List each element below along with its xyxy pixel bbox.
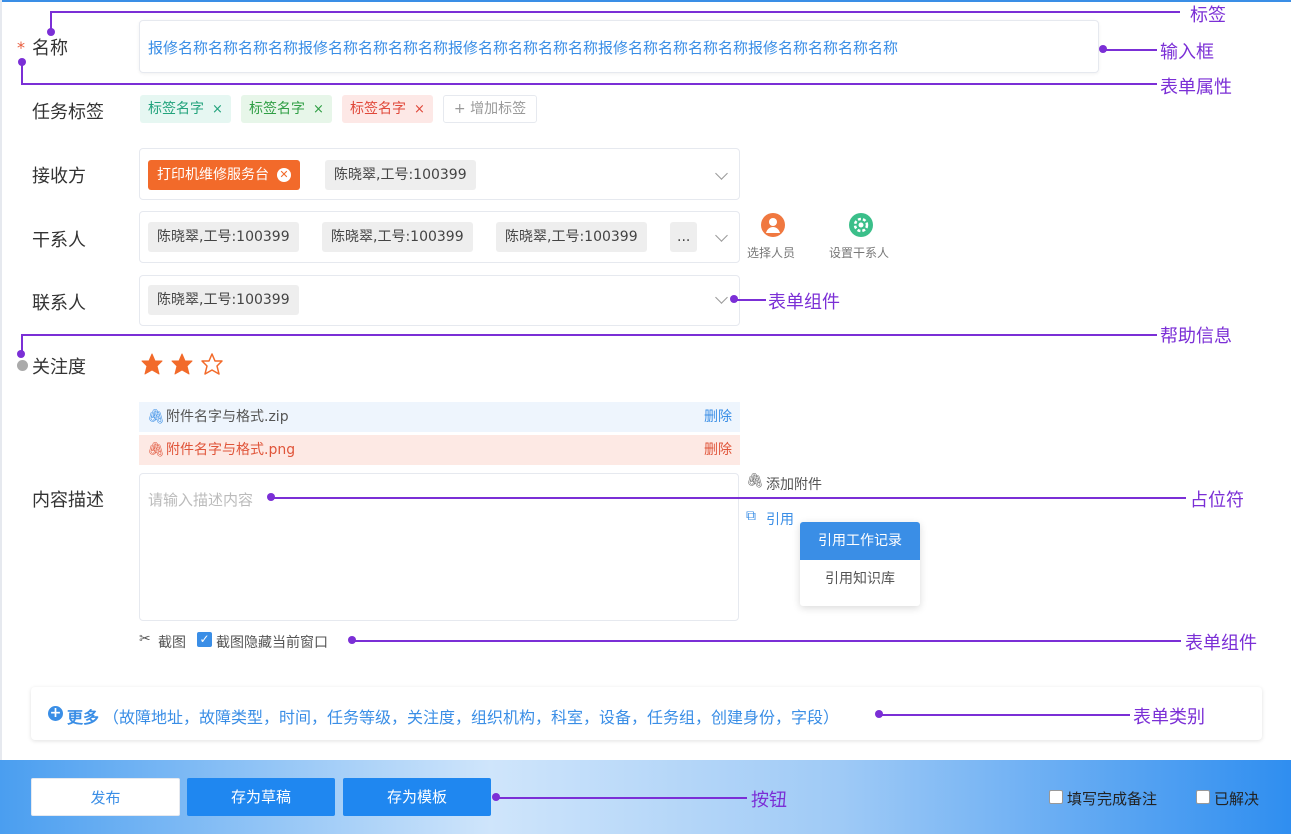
- more-title[interactable]: 更多: [67, 704, 99, 728]
- attachment-name[interactable]: 附件名字与格式.zip: [166, 402, 289, 432]
- add-attachment-button[interactable]: 添加附件: [766, 474, 822, 494]
- stakeholder-chip[interactable]: 陈晓翠,工号:100399: [148, 222, 299, 252]
- save-draft-button[interactable]: 存为草稿: [187, 778, 335, 816]
- annotation-form-component-2: 表单组件: [1185, 633, 1257, 654]
- annotation-dot: [17, 350, 25, 358]
- annotation-line: [50, 11, 1180, 13]
- chip-remove-icon[interactable]: ✕: [277, 168, 291, 182]
- annotation-form-category: 表单类别: [1133, 707, 1205, 728]
- hide-window-checkbox[interactable]: ✓: [197, 632, 212, 647]
- contact-label: 联系人: [32, 293, 86, 314]
- annotation-dot: [1099, 45, 1107, 53]
- fill-note-label: 填写完成备注: [1067, 790, 1158, 808]
- receiver-chip[interactable]: 陈晓翠,工号:100399: [325, 160, 476, 190]
- attention-label: 关注度: [32, 357, 86, 378]
- person-icon[interactable]: [761, 213, 785, 237]
- annotation-form-attr: 表单属性: [1160, 77, 1232, 98]
- top-accent-bar: [0, 0, 1291, 2]
- help-icon[interactable]: [17, 360, 28, 371]
- chip-text: 打印机维修服务台: [157, 167, 269, 183]
- hide-window-label: 截图隐藏当前窗口: [216, 635, 328, 651]
- annotation-label-tag: 标签: [1190, 5, 1226, 26]
- description-label: 内容描述: [32, 490, 104, 511]
- annotation-line: [353, 640, 1181, 642]
- cite-dropdown: 引用工作记录 引用知识库: [800, 522, 920, 606]
- tag-3[interactable]: 标签名字 ×: [342, 95, 433, 123]
- set-stakeholder-button[interactable]: 设置干系人: [829, 244, 889, 261]
- annotation-line: [21, 83, 1157, 85]
- annotation-line: [1103, 49, 1157, 51]
- annotation-line: [496, 797, 747, 799]
- stakeholder-chip[interactable]: 陈晓翠,工号:100399: [496, 222, 647, 252]
- tag-close-icon[interactable]: ×: [414, 102, 425, 117]
- save-template-button[interactable]: 存为模板: [343, 778, 491, 816]
- resolved-checkbox[interactable]: [1196, 790, 1210, 804]
- scissors-icon[interactable]: ✂: [139, 631, 151, 647]
- tag-2[interactable]: 标签名字 ×: [241, 95, 332, 123]
- attachment-item: 🖇 附件名字与格式.png 删除: [139, 435, 740, 465]
- cite-button[interactable]: 引用: [766, 509, 794, 529]
- annotation-dot: [730, 295, 738, 303]
- annotation-dot: [875, 710, 883, 718]
- stakeholder-more-chip[interactable]: ...: [670, 222, 698, 252]
- add-tag-button[interactable]: + 增加标签: [443, 95, 537, 123]
- stakeholders-label: 干系人: [32, 230, 86, 251]
- cite-icon: ⧉: [746, 508, 756, 524]
- attention-rating[interactable]: [139, 352, 229, 378]
- paperclip-icon: 🖇: [746, 473, 764, 489]
- tag-text: 标签名字: [350, 101, 406, 117]
- tag-close-icon[interactable]: ×: [212, 102, 223, 117]
- contact-chip[interactable]: 陈晓翠,工号:100399: [148, 285, 299, 315]
- annotation-line: [734, 299, 766, 301]
- tags-label: 任务标签: [32, 102, 104, 123]
- annotation-line: [21, 334, 1157, 336]
- annotation-dot: [492, 793, 500, 801]
- stakeholder-chip[interactable]: 陈晓翠,工号:100399: [322, 222, 473, 252]
- gear-icon[interactable]: [849, 213, 873, 237]
- name-input-value: 报修名称名称名称名称报修名称名称名称名称报修名称名称名称名称报修名称名称名称名称…: [148, 39, 899, 57]
- tag-1[interactable]: 标签名字 ×: [140, 95, 231, 123]
- star-icon-empty: [201, 353, 223, 375]
- cite-work-record-option[interactable]: 引用工作记录: [800, 522, 920, 560]
- star-icon-filled: [171, 353, 193, 375]
- annotation-placeholder: 占位符: [1190, 490, 1244, 511]
- delete-attachment-button[interactable]: 删除: [704, 435, 732, 465]
- annotation-dot: [348, 636, 356, 644]
- tag-text: 标签名字: [249, 101, 305, 117]
- screenshot-button[interactable]: 截图: [158, 632, 186, 652]
- annotation-line: [879, 714, 1130, 716]
- annotation-form-component: 表单组件: [768, 292, 840, 313]
- cite-knowledge-base-option[interactable]: 引用知识库: [800, 560, 920, 598]
- receiver-chip-orange[interactable]: 打印机维修服务台 ✕: [148, 160, 300, 190]
- more-fields-list: （故障地址，故障类型，时间，任务等级，关注度，组织机构，科室，设备，任务组，创建…: [103, 708, 840, 727]
- select-person-button[interactable]: 选择人员: [747, 244, 795, 261]
- star-icon-filled: [141, 353, 163, 375]
- delete-attachment-button[interactable]: 删除: [704, 402, 732, 432]
- annotation-line: [272, 497, 1186, 499]
- annotation-dot: [267, 493, 275, 501]
- resolved-label: 已解决: [1214, 790, 1260, 808]
- fill-note-checkbox[interactable]: [1049, 790, 1063, 804]
- annotation-button: 按钮: [751, 790, 787, 811]
- required-mark: *: [17, 38, 25, 57]
- left-edge: [0, 0, 2, 760]
- annotation-dot: [47, 28, 55, 36]
- paperclip-icon: 🖇: [147, 442, 165, 458]
- attachment-item: 🖇 附件名字与格式.zip 删除: [139, 402, 740, 432]
- receiver-label: 接收方: [32, 166, 86, 187]
- tag-text: 标签名字: [148, 101, 204, 117]
- plus-icon[interactable]: +: [48, 706, 63, 721]
- annotation-help-info: 帮助信息: [1160, 326, 1232, 347]
- description-placeholder: 请输入描述内容: [148, 491, 254, 509]
- tag-close-icon[interactable]: ×: [313, 102, 324, 117]
- name-label: 名称: [32, 38, 68, 59]
- annotation-dot: [18, 58, 26, 66]
- publish-button[interactable]: 发布: [31, 778, 180, 816]
- attachment-name[interactable]: 附件名字与格式.png: [166, 435, 295, 465]
- paperclip-icon: 🖇: [147, 409, 165, 425]
- annotation-input: 输入框: [1160, 42, 1214, 63]
